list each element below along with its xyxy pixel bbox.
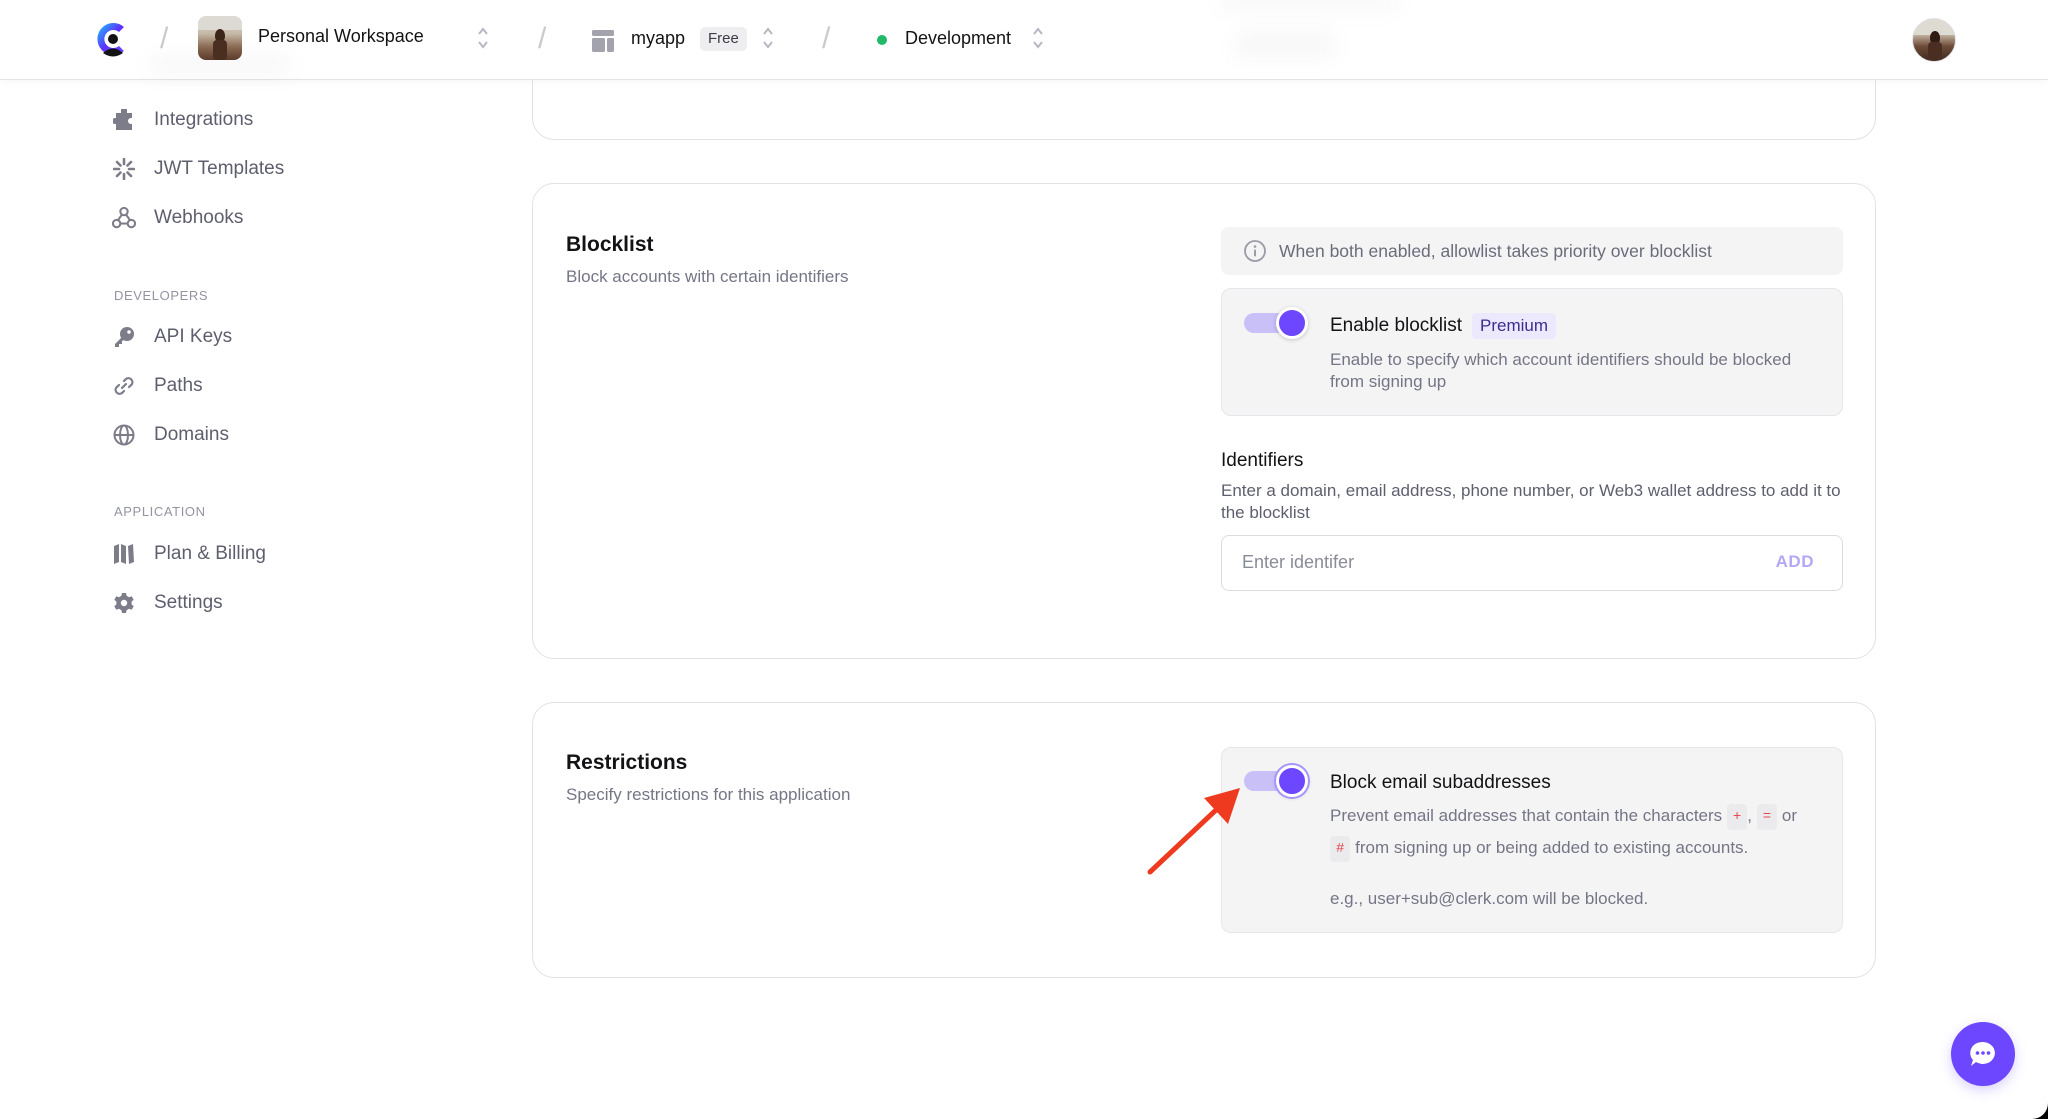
description-text: from signing up or being added to existi… <box>1355 838 1749 857</box>
chevron-up-down-icon[interactable] <box>1031 24 1045 52</box>
sidebar-item-integrations[interactable]: Integrations <box>112 104 253 136</box>
code-char-hash: # <box>1330 835 1351 862</box>
enable-blocklist-title: Enable blocklist Premium <box>1330 313 1557 339</box>
user-avatar[interactable] <box>1912 18 1956 62</box>
code-char-equals: = <box>1756 803 1778 830</box>
key-icon <box>112 325 136 349</box>
workspace-name[interactable]: Personal Workspace <box>258 26 424 47</box>
block-email-subaddresses-toggle[interactable] <box>1244 765 1308 797</box>
environment-status-dot <box>877 35 887 45</box>
description-text: Prevent email addresses that contain the… <box>1330 806 1723 825</box>
info-icon <box>1244 240 1266 262</box>
chat-bubble-icon <box>1970 1041 1995 1066</box>
block-subaddresses-example: e.g., user+sub@clerk.com will be blocked… <box>1330 889 1649 908</box>
restrictions-title: Restrictions <box>566 751 688 774</box>
annotation-arrow-icon <box>1147 788 1240 875</box>
sidebar-item-label: Webhooks <box>154 207 244 228</box>
breadcrumb-separator: / <box>822 22 831 55</box>
sidebar: Integrations JWT Templates Webhooks DEVE… <box>0 80 480 1119</box>
code-char-plus: + <box>1726 803 1748 830</box>
identifiers-description: Enter a domain, email address, phone num… <box>1221 481 1841 522</box>
sidebar-section-application: APPLICATION <box>114 504 206 519</box>
toggle-knob <box>1276 765 1308 797</box>
sidebar-item-label: API Keys <box>154 326 233 347</box>
block-subaddresses-description: Prevent email addresses that contain the… <box>1330 800 1820 864</box>
puzzle-icon <box>112 108 136 132</box>
chevron-up-down-icon[interactable] <box>761 24 775 52</box>
sidebar-item-label: Paths <box>154 375 203 396</box>
sidebar-item-jwt-templates[interactable]: JWT Templates <box>112 153 284 185</box>
restrictions-subtitle: Specify restrictions for this applicatio… <box>566 785 851 804</box>
sidebar-item-label: Plan & Billing <box>154 543 266 564</box>
breadcrumb-separator: / <box>538 22 547 55</box>
identifier-input[interactable] <box>1242 536 1722 589</box>
enable-blocklist-label: Enable blocklist <box>1330 315 1463 336</box>
premium-badge: Premium <box>1472 313 1557 339</box>
link-icon <box>112 374 136 398</box>
block-subaddresses-title: Block email subaddresses <box>1330 772 1551 793</box>
enable-blocklist-row: Enable blocklist Premium Enable to specif… <box>1221 288 1843 416</box>
top-bar: / Personal Workspace / myapp Free / Deve… <box>0 0 2048 80</box>
add-identifier-button[interactable]: ADD <box>1776 552 1814 572</box>
webhook-icon <box>112 206 136 230</box>
chevron-up-down-icon[interactable] <box>476 24 490 52</box>
window-corner <box>2032 1103 2048 1119</box>
toggle-knob <box>1276 307 1308 339</box>
clerk-logo-icon[interactable] <box>96 20 130 58</box>
support-chat-button[interactable] <box>1951 1022 2015 1086</box>
plan-badge: Free <box>700 27 747 51</box>
blurred-background <box>1235 32 1335 58</box>
block-subaddresses-row: Block email subaddresses Prevent email a… <box>1221 747 1843 933</box>
sidebar-item-paths[interactable]: Paths <box>112 370 203 402</box>
sidebar-item-webhooks[interactable]: Webhooks <box>112 202 243 234</box>
info-text: When both enabled, allowlist takes prior… <box>1279 240 1712 261</box>
sidebar-item-label: Settings <box>154 592 223 613</box>
blocklist-subtitle: Block accounts with certain identifiers <box>566 267 849 286</box>
sidebar-item-label: Domains <box>154 424 229 445</box>
description-text: , <box>1747 806 1753 825</box>
environment-name[interactable]: Development <box>905 28 1011 49</box>
breadcrumb-separator: / <box>160 22 169 55</box>
blurred-background <box>1220 0 1400 10</box>
globe-icon <box>112 423 136 447</box>
sparkle-icon <box>112 157 136 181</box>
blocklist-info-banner: When both enabled, allowlist takes prior… <box>1221 227 1843 275</box>
enable-blocklist-toggle[interactable] <box>1244 307 1308 339</box>
application-name[interactable]: myapp <box>631 28 685 49</box>
workspace-avatar[interactable] <box>198 16 242 60</box>
sidebar-item-api-keys[interactable]: API Keys <box>112 321 232 353</box>
sidebar-section-developers: DEVELOPERS <box>114 288 209 303</box>
sidebar-item-plan-billing[interactable]: Plan & Billing <box>112 538 266 570</box>
sidebar-item-settings[interactable]: Settings <box>112 587 223 619</box>
blocklist-card: Blocklist Block accounts with certain id… <box>532 183 1876 659</box>
gear-icon <box>112 591 136 615</box>
application-layout-icon <box>592 30 614 52</box>
map-icon <box>112 542 136 566</box>
enable-blocklist-description: Enable to specify which account identifi… <box>1330 350 1792 391</box>
sidebar-item-label: JWT Templates <box>154 158 285 179</box>
description-text: or <box>1781 806 1798 825</box>
sidebar-item-domains[interactable]: Domains <box>112 419 229 451</box>
identifiers-label: Identifiers <box>1221 450 1304 471</box>
sidebar-item-label: Integrations <box>154 109 254 130</box>
blocklist-title: Blocklist <box>566 233 654 256</box>
identifier-input-group: ADD <box>1221 535 1843 591</box>
